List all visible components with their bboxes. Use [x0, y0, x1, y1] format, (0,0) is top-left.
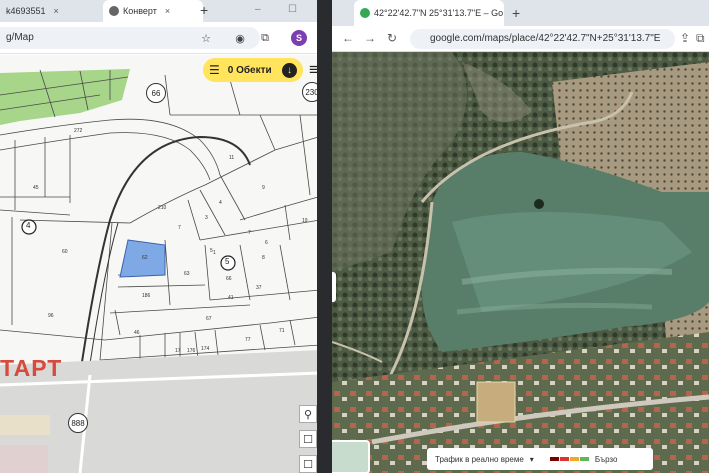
satellite-map[interactable]: ›: [332, 52, 709, 473]
parcel-number: 11: [229, 155, 235, 161]
parcel-number: 66: [226, 276, 232, 282]
parcel-number: 9: [262, 185, 265, 191]
parcel-number: 71: [279, 328, 285, 334]
parcel-number: 6: [265, 240, 268, 246]
parcel-number: 60: [62, 249, 68, 255]
parcel-number: 17: [175, 348, 181, 354]
chevron-down-icon[interactable]: ▾: [530, 455, 534, 464]
close-icon[interactable]: ×: [165, 6, 170, 16]
maximize-button[interactable]: ☐: [288, 4, 297, 15]
parcel-number: 77: [245, 337, 251, 343]
share-icon[interactable]: ⇪: [680, 31, 690, 45]
left-tab-strip: k4693551 × Конверт × + – ☐: [0, 0, 330, 22]
tab-label: k4693551: [6, 6, 46, 16]
tab-label: 42°22'42.7"N 25°31'13.7"E – Go: [374, 8, 504, 18]
parcel-number: 186: [142, 293, 151, 299]
close-icon[interactable]: ×: [54, 6, 59, 16]
minimize-button[interactable]: –: [255, 4, 261, 15]
parcel-number: 63: [184, 271, 190, 277]
parcel-number: 174: [201, 346, 210, 352]
cadastre-browser-window: k4693551 × Конверт × + – ☐ g/Map ☆ ◉ ⧉ S…: [0, 0, 330, 473]
profile-avatar[interactable]: S: [291, 30, 307, 46]
road-number-badge: 66: [146, 83, 166, 103]
parcel-number: 210: [158, 205, 167, 211]
tab-google-maps[interactable]: 42°22'42.7"N 25°31'13.7"E – Go ×: [354, 0, 504, 26]
parcel-number: 62: [142, 255, 148, 261]
parcel-number: 176: [187, 348, 196, 354]
town-label: ТАРТ: [0, 355, 63, 381]
maps-pin-icon: [360, 8, 370, 18]
window-divider: [317, 0, 332, 473]
extension-icon[interactable]: ⧉: [696, 31, 705, 46]
back-button[interactable]: ←: [342, 31, 354, 45]
reload-button[interactable]: ↻: [387, 31, 397, 45]
parcel-number: 67: [206, 316, 212, 322]
url-input[interactable]: google.com/maps/place/42°22'42.7"N+25°31…: [410, 29, 675, 49]
right-address-bar: ← → ↻ google.com/maps/place/42°22'42.7"N…: [332, 26, 709, 52]
globe-icon: [109, 6, 119, 16]
parcel-number: 46: [134, 330, 140, 336]
cadastre-map[interactable]: 272 45 210 7 3 4 19 60 62 63 5 66 37 17 …: [0, 55, 330, 473]
parcel-number: 4: [219, 200, 222, 206]
parcel-number: 8: [262, 255, 265, 261]
satellite-imagery: [332, 52, 709, 473]
parcel-number: 96: [48, 313, 54, 319]
road-number-badge: 888: [68, 413, 88, 433]
new-tab-button[interactable]: +: [512, 5, 520, 21]
download-icon: ↓: [282, 62, 297, 78]
google-maps-window: 42°22'42.7"N 25°31'13.7"E – Go × + ← → ↻…: [332, 0, 709, 473]
new-tab-button[interactable]: +: [200, 2, 208, 18]
square-tool-icon[interactable]: ☐: [299, 430, 317, 448]
parcel-number: 1: [213, 250, 216, 256]
right-tab-strip: 42°22'42.7"N 25°31'13.7"E – Go × +: [332, 0, 709, 26]
url-input[interactable]: g/Map: [0, 27, 260, 49]
parcel-number: 272: [74, 128, 83, 134]
circled-parcel-label: 4: [26, 221, 31, 230]
left-address-bar: g/Map ☆ ◉ ⧉ S ⋮: [0, 22, 330, 54]
parcel-number-layer: 272 45 210 7 3 4 19 60 62 63 5 66 37 17 …: [0, 55, 330, 473]
parcel-number: 7: [248, 230, 251, 236]
forward-button[interactable]: →: [364, 31, 376, 45]
tab-cadastre[interactable]: k4693551 ×: [0, 0, 100, 22]
collapse-panel-icon[interactable]: ›: [332, 272, 336, 302]
tab-converter[interactable]: Конверт ×: [103, 0, 203, 22]
traffic-legend[interactable]: Трафик в реално време ▾ Бързо: [427, 448, 653, 470]
hamburger-icon: ☰: [209, 63, 220, 77]
parcel-number: 37: [256, 285, 262, 291]
shield-icon[interactable]: ◉: [232, 30, 248, 46]
square-tool-icon-2[interactable]: ☐: [299, 455, 317, 473]
location-pin-icon[interactable]: ⚲: [299, 405, 317, 423]
traffic-fast-label: Бързо: [594, 454, 618, 464]
layers-toggle[interactable]: [332, 440, 370, 473]
parcel-number: 7: [178, 225, 181, 231]
parcel-number: 41: [228, 295, 234, 301]
objects-count-label: 0 Обекти: [227, 64, 272, 76]
traffic-color-scale: [549, 457, 589, 461]
objects-button[interactable]: ☰ 0 Обекти ↓: [203, 58, 303, 82]
circled-parcel-label: 5: [225, 257, 230, 266]
extension-icon[interactable]: ⧉: [257, 30, 273, 46]
traffic-label: Трафик в реално време: [435, 454, 524, 464]
tab-label: Конверт: [123, 6, 157, 16]
parcel-number: 3: [205, 215, 208, 221]
parcel-number: 19: [302, 218, 308, 224]
star-icon[interactable]: ☆: [198, 30, 214, 46]
parcel-number: 45: [33, 185, 39, 191]
desktop-screen: k4693551 × Конверт × + – ☐ g/Map ☆ ◉ ⧉ S…: [0, 0, 709, 473]
